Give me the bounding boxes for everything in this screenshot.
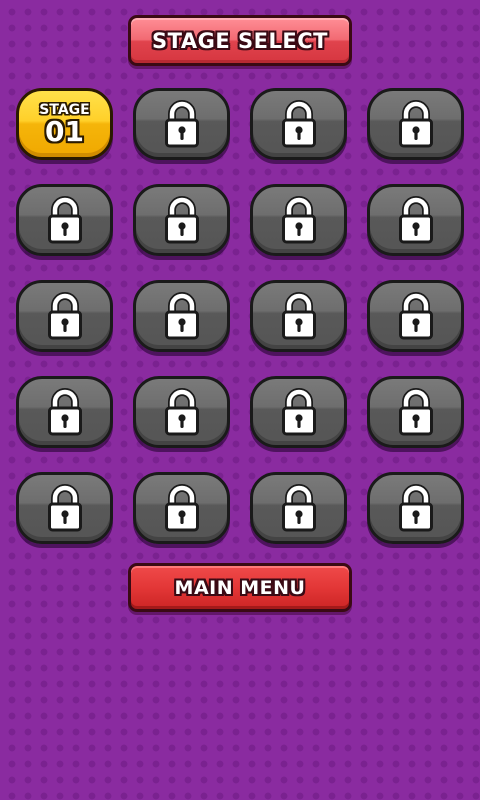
main-menu-button[interactable]: MAIN MENU: [128, 563, 352, 612]
stage-button-locked[interactable]: [16, 472, 113, 544]
stage-button-locked[interactable]: [16, 376, 113, 448]
stage-button-locked[interactable]: [133, 88, 230, 160]
lock-icon: [47, 196, 82, 244]
stage-button-locked[interactable]: [367, 88, 464, 160]
main-menu-label: MAIN MENU: [174, 576, 306, 599]
lock-icon: [164, 388, 199, 436]
lock-icon: [281, 196, 316, 244]
stage-button-locked[interactable]: [133, 280, 230, 352]
lock-icon: [398, 196, 433, 244]
lock-icon: [47, 484, 82, 532]
stage-button-locked[interactable]: [367, 376, 464, 448]
stage-button-locked[interactable]: [367, 472, 464, 544]
stage-button-locked[interactable]: [250, 88, 347, 160]
stage-button-locked[interactable]: [133, 184, 230, 256]
stage-button-locked[interactable]: [250, 376, 347, 448]
stage-button-unlocked[interactable]: STAGE 01: [16, 88, 113, 160]
stage-button-locked[interactable]: [16, 184, 113, 256]
stage-number: 01: [45, 115, 84, 148]
stage-button-locked[interactable]: [16, 280, 113, 352]
lock-icon: [164, 484, 199, 532]
lock-icon: [281, 388, 316, 436]
stage-grid: STAGE 01: [16, 88, 466, 544]
lock-icon: [47, 388, 82, 436]
lock-icon: [281, 484, 316, 532]
lock-icon: [398, 292, 433, 340]
lock-icon: [398, 100, 433, 148]
lock-icon: [398, 388, 433, 436]
lock-icon: [398, 484, 433, 532]
stage-button-locked[interactable]: [250, 472, 347, 544]
lock-icon: [164, 100, 199, 148]
stage-select-title-banner: STAGE SELECT: [128, 15, 352, 66]
stage-button-locked[interactable]: [367, 280, 464, 352]
lock-icon: [164, 196, 199, 244]
stage-button-locked[interactable]: [133, 376, 230, 448]
stage-button-locked[interactable]: [250, 280, 347, 352]
lock-icon: [47, 292, 82, 340]
lock-icon: [281, 100, 316, 148]
lock-icon: [164, 292, 199, 340]
stage-button-locked[interactable]: [250, 184, 347, 256]
page-title: STAGE SELECT: [152, 28, 328, 53]
stage-button-locked[interactable]: [133, 472, 230, 544]
lock-icon: [281, 292, 316, 340]
stage-button-locked[interactable]: [367, 184, 464, 256]
